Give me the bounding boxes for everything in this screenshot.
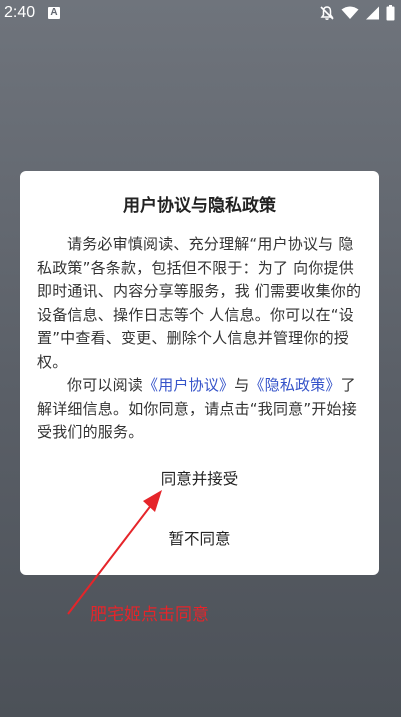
dialog-paragraph-1: 请务必审慎阅读、充分理解“用户协议与 隐私政策”各条款，包括但不限于：为了 向你…: [37, 235, 362, 371]
user-agreement-link[interactable]: 《用户协议》: [143, 376, 234, 394]
battery-icon: [386, 5, 395, 21]
status-icons: [319, 5, 395, 21]
decline-button[interactable]: 暂不同意: [20, 527, 379, 549]
dialog-title: 用户协议与隐私政策: [123, 196, 276, 216]
privacy-dialog: 用户协议与隐私政策 请务必审慎阅读、充分理解“用户协议与 隐私政策”各条款，包括…: [20, 171, 379, 575]
agree-button[interactable]: 同意并接受: [20, 467, 379, 489]
dialog-paragraph-2: 你可以阅读《用户协议》与《隐私政策》了解详细信息。如你同意，请点击“我同意”开始…: [37, 374, 367, 445]
status-time: 2:40: [4, 4, 36, 21]
status-bar: 2:40 A: [0, 0, 401, 28]
notification-badge: A: [48, 7, 60, 19]
bell-off-icon: [319, 5, 335, 21]
privacy-policy-link[interactable]: 《隐私政策》: [249, 376, 340, 394]
signal-icon: [365, 6, 380, 20]
dialog-body: 请务必审慎阅读、充分理解“用户协议与 隐私政策”各条款，包括但不限于：为了 向你…: [37, 233, 367, 445]
wifi-icon: [341, 6, 359, 20]
para2-prefix: 你可以阅读: [67, 376, 144, 394]
para2-and: 与: [234, 376, 250, 394]
annotation-label: 肥宅姬点击同意: [90, 605, 209, 625]
